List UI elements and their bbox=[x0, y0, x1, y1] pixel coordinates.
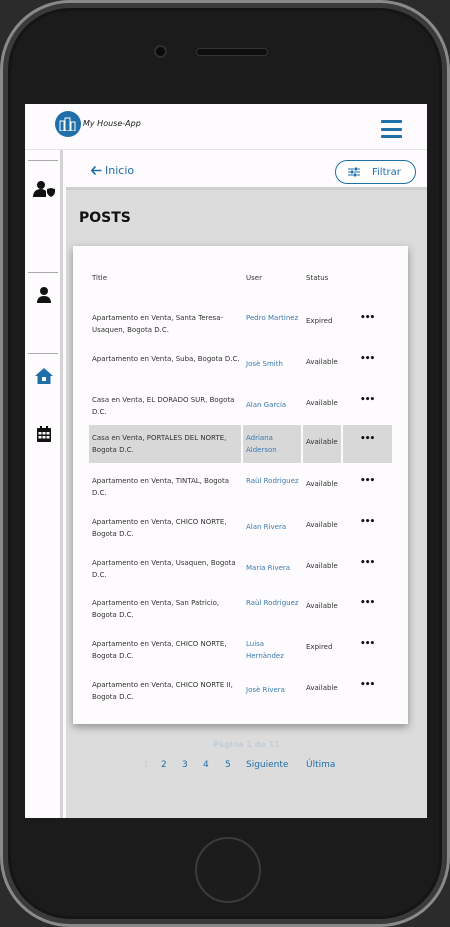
row-status: Available bbox=[306, 602, 338, 610]
row-title: Apartamento en Venta, CHICO NORTE, Bogot… bbox=[92, 640, 227, 660]
front-camera bbox=[154, 45, 167, 58]
filter-label: Filtrar bbox=[372, 166, 401, 178]
row-title: Casa en Venta, EL DORADO SUR, Bogota D.C… bbox=[92, 396, 235, 416]
back-link-label: Inicio bbox=[105, 164, 135, 177]
buildings-icon bbox=[59, 117, 76, 131]
header-status: Status bbox=[306, 274, 329, 282]
page-link-current: 1 bbox=[143, 760, 149, 770]
more-options-icon[interactable]: ••• bbox=[360, 598, 375, 612]
page-link[interactable]: 4 bbox=[203, 760, 209, 774]
row-user[interactable]: Raùl Rodriguez bbox=[246, 597, 302, 609]
table-row[interactable]: Apartamento en Venta, San Patricio, Bogo… bbox=[89, 589, 392, 627]
user-shield-icon[interactable] bbox=[33, 179, 55, 199]
row-title: Apartamento en Venta, Usaquen, Bogota D.… bbox=[92, 559, 236, 579]
row-status: Expired bbox=[306, 317, 333, 325]
user-icon[interactable] bbox=[33, 285, 55, 305]
row-status: Expired bbox=[306, 643, 333, 651]
sidebar-divider bbox=[28, 272, 58, 273]
more-options-icon[interactable]: ••• bbox=[360, 313, 375, 327]
top-bar: My House-App bbox=[25, 104, 427, 150]
row-title: Apartamento en Venta, CHICO NORTE, Bogot… bbox=[92, 518, 227, 538]
table-row[interactable]: Apartamento en Venta, CHICO NORTE, Bogot… bbox=[89, 508, 392, 546]
row-title: Apartamento en Venta, Santa Teresa-Usaqu… bbox=[92, 314, 224, 334]
sidebar-divider bbox=[28, 160, 58, 161]
table-row-highlighted[interactable]: Casa en Venta, PORTALES DEL NORTE, Bogot… bbox=[89, 425, 392, 463]
row-title: Apartamento en Venta, San Patricio, Bogo… bbox=[92, 599, 220, 619]
more-options-icon[interactable]: ••• bbox=[360, 517, 375, 531]
page-link[interactable]: 5 bbox=[225, 760, 231, 774]
row-status: Available bbox=[306, 562, 338, 570]
more-options-icon[interactable]: ••• bbox=[360, 354, 375, 368]
calendar-icon[interactable] bbox=[33, 424, 55, 444]
table-row[interactable]: Apartamento en Venta, TINTAL, Bogota D.C… bbox=[89, 467, 392, 505]
table-row[interactable]: Apartamento en Venta, Suba, Bogota D.C. … bbox=[89, 345, 392, 383]
more-options-icon[interactable]: ••• bbox=[360, 476, 375, 490]
row-status: Available bbox=[306, 358, 338, 366]
main-content: Inicio Filtrar POSTS Title User Status A… bbox=[66, 150, 427, 818]
row-user[interactable]: Josè Smith bbox=[246, 358, 302, 370]
row-user[interactable]: Adriana Alderson bbox=[246, 432, 302, 456]
row-status: Available bbox=[306, 684, 338, 692]
posts-table: Title User Status Apartamento en Venta, … bbox=[73, 246, 408, 724]
header-title: Title bbox=[92, 274, 108, 282]
filter-button[interactable]: Filtrar bbox=[335, 160, 416, 184]
sidebar bbox=[25, 150, 63, 818]
row-status: Available bbox=[306, 438, 338, 446]
back-link[interactable]: Inicio bbox=[91, 164, 134, 177]
app-name: My House-App bbox=[83, 119, 141, 128]
page-link[interactable]: 3 bbox=[182, 760, 188, 774]
more-options-icon[interactable]: ••• bbox=[360, 680, 375, 694]
table-header: Title User Status bbox=[73, 274, 408, 288]
more-options-icon[interactable]: ••• bbox=[360, 558, 375, 572]
row-user[interactable]: Josè Rivera bbox=[246, 684, 302, 696]
page-link[interactable]: 2 bbox=[161, 760, 167, 774]
row-user[interactable]: Raùl Rodriguez bbox=[246, 475, 302, 487]
row-status: Available bbox=[306, 399, 338, 407]
more-options-icon[interactable]: ••• bbox=[360, 639, 375, 653]
home-icon[interactable] bbox=[33, 366, 55, 386]
app-logo[interactable] bbox=[55, 111, 81, 137]
page-title: POSTS bbox=[79, 210, 131, 226]
table-row[interactable]: Apartamento en Venta, CHICO NORTE, Bogot… bbox=[89, 630, 392, 668]
row-user[interactable]: Alan Rivera bbox=[246, 521, 302, 533]
last-page-link[interactable]: Última bbox=[306, 760, 335, 774]
row-user[interactable]: Maria Rivera bbox=[246, 562, 302, 574]
row-title: Apartamento en Venta, CHICO NORTE II, Bo… bbox=[92, 681, 233, 701]
pagination-info: Pàgina 1 de 11 bbox=[213, 740, 280, 749]
arrow-left-icon bbox=[91, 166, 102, 175]
row-user[interactable]: Pedro Martinez bbox=[246, 312, 302, 324]
row-status: Available bbox=[306, 521, 338, 529]
phone-frame: My House-App Inicio Filtrar POSTS Title … bbox=[0, 0, 450, 927]
more-options-icon[interactable]: ••• bbox=[360, 434, 375, 448]
next-page-link[interactable]: Siguiente bbox=[246, 760, 288, 774]
row-status: Available bbox=[306, 480, 338, 488]
home-button[interactable] bbox=[195, 837, 261, 903]
header-user: User bbox=[246, 274, 262, 282]
app-screen: My House-App Inicio Filtrar POSTS Title … bbox=[25, 104, 427, 818]
row-title: Apartamento en Venta, TINTAL, Bogota D.C… bbox=[92, 477, 229, 497]
table-row[interactable]: Casa en Venta, EL DORADO SUR, Bogota D.C… bbox=[89, 386, 392, 424]
table-row[interactable]: Apartamento en Venta, Usaquen, Bogota D.… bbox=[89, 549, 392, 587]
row-user[interactable]: Alan Garcia bbox=[246, 399, 302, 411]
nav-strip: Inicio Filtrar bbox=[66, 150, 427, 190]
row-title: Casa en Venta, PORTALES DEL NORTE, Bogot… bbox=[92, 434, 227, 454]
row-user[interactable]: Luisa Hernàndez bbox=[246, 638, 302, 662]
table-row[interactable]: Apartamento en Venta, CHICO NORTE II, Bo… bbox=[89, 671, 392, 709]
more-options-icon[interactable]: ••• bbox=[360, 395, 375, 409]
menu-icon[interactable] bbox=[381, 120, 402, 138]
row-title: Apartamento en Venta, Suba, Bogota D.C. bbox=[92, 355, 240, 363]
sliders-icon bbox=[348, 167, 360, 177]
table-row[interactable]: Apartamento en Venta, Santa Teresa-Usaqu… bbox=[89, 304, 392, 342]
earpiece-speaker bbox=[196, 48, 268, 56]
sidebar-divider bbox=[28, 353, 58, 354]
